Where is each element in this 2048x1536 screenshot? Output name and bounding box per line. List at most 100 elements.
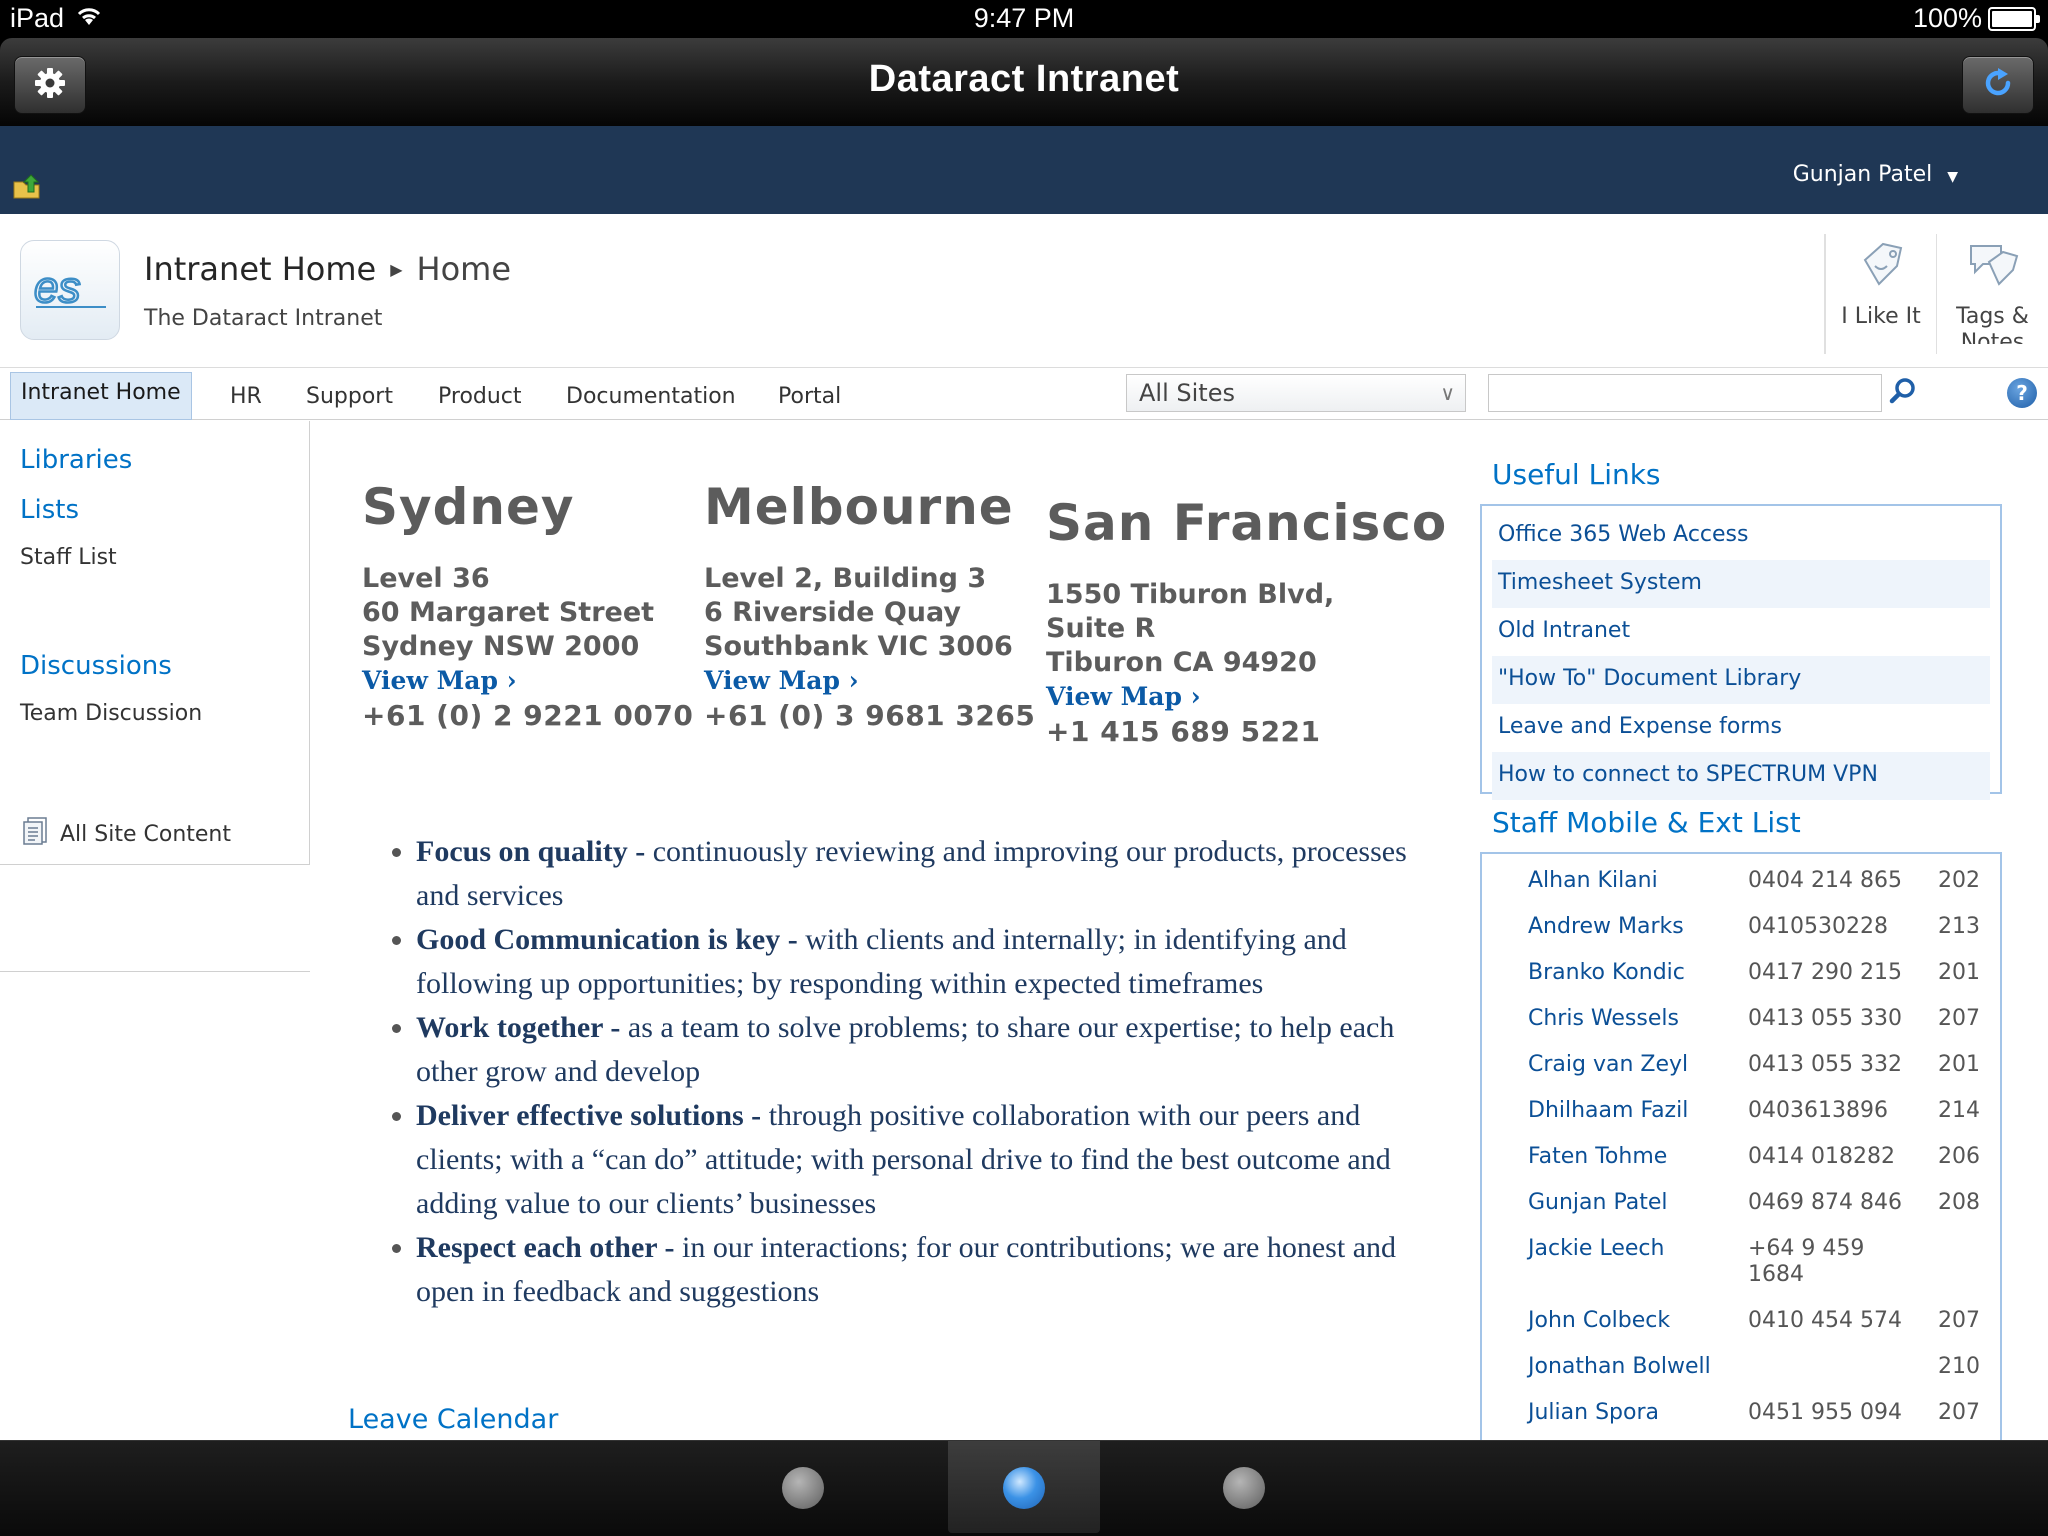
office-address-line: Suite R xyxy=(1046,613,1156,644)
staff-ext: 208 xyxy=(1938,1190,1980,1215)
search-input[interactable] xyxy=(1488,374,1882,412)
staff-row: Faten Tohme 0414 018282 206 xyxy=(1482,1138,2000,1184)
tab-intranet-home[interactable]: Intranet Home xyxy=(10,372,192,420)
breadcrumb-current: Home xyxy=(416,250,512,288)
page-switcher-dock xyxy=(0,1440,2048,1536)
staff-name[interactable]: Jonathan Bolwell xyxy=(1528,1354,1711,1379)
view-map-link[interactable]: View Map › xyxy=(704,664,1035,698)
breadcrumb-root[interactable]: Intranet Home xyxy=(144,250,376,288)
view-map-link[interactable]: View Map › xyxy=(362,664,693,698)
office-phone: +61 (0) 3 9681 3265 xyxy=(704,699,1036,732)
staff-row: Chris Wessels 0413 055 330 207 xyxy=(1482,1000,2000,1046)
site-subtitle: The Dataract Intranet xyxy=(144,306,383,331)
staff-ext: 207 xyxy=(1938,1400,1980,1425)
staff-phone: +64 9 459 1684 xyxy=(1748,1236,1865,1287)
useful-link[interactable]: How to connect to SPECTRUM VPN xyxy=(1492,752,1990,800)
staff-phone: 0413 055 330 xyxy=(1748,1006,1902,1031)
status-right: 100% xyxy=(1912,3,2040,34)
quicklaunch-staff-list[interactable]: Staff List xyxy=(20,545,117,570)
staff-phone: 0403613896 xyxy=(1748,1098,1888,1123)
status-time: 9:47 PM xyxy=(973,3,1075,33)
staff-ext: 202 xyxy=(1938,868,1980,893)
staff-list-title[interactable]: Staff Mobile & Ext List xyxy=(1492,806,1801,839)
office-sydney: Sydney Level 36 60 Margaret Street Sydne… xyxy=(362,478,693,734)
staff-name[interactable]: Faten Tohme xyxy=(1528,1144,1667,1169)
tab-support[interactable]: Support xyxy=(306,376,393,422)
office-phone: +61 (0) 2 9221 0070 xyxy=(362,699,694,732)
chevron-down-icon: ∨ xyxy=(1440,381,1455,405)
quicklaunch-team-discussion[interactable]: Team Discussion xyxy=(20,701,202,726)
staff-row: Jackie Leech +64 9 459 1684 xyxy=(1482,1230,2000,1302)
value-item: Work together - as a team to solve probl… xyxy=(416,1006,1440,1094)
page-dot-3[interactable] xyxy=(1223,1467,1265,1509)
value-item: Focus on quality - continuously reviewin… xyxy=(416,830,1440,918)
useful-link[interactable]: Old Intranet xyxy=(1492,608,1990,656)
company-values-list: Focus on quality - continuously reviewin… xyxy=(380,830,1440,1314)
useful-link[interactable]: Leave and Expense forms xyxy=(1492,704,1990,752)
staff-name[interactable]: Gunjan Patel xyxy=(1528,1190,1668,1215)
svg-text:es: es xyxy=(34,263,80,312)
staff-name[interactable]: Branko Kondic xyxy=(1528,960,1685,985)
staff-row: John Colbeck 0410 454 574 207 xyxy=(1482,1302,2000,1348)
user-menu[interactable]: Gunjan Patel ▼ xyxy=(1793,162,1958,187)
app-toolbar: Dataract Intranet xyxy=(0,38,2048,126)
search-scope-select[interactable]: All Sites ∨ xyxy=(1126,374,1466,412)
staff-row: Branko Kondic 0417 290 215 201 xyxy=(1482,954,2000,1000)
staff-phone: 0410530228 xyxy=(1748,914,1888,939)
staff-name[interactable]: Alhan Kilani xyxy=(1528,868,1658,893)
staff-phone: 0469 874 846 xyxy=(1748,1190,1902,1215)
value-title: Work together - xyxy=(416,1011,621,1044)
useful-link[interactable]: Timesheet System xyxy=(1492,560,1990,608)
title-row: es Intranet Home ▶ Home The Dataract Int… xyxy=(0,214,2048,368)
staff-name[interactable]: Julian Spora xyxy=(1528,1400,1659,1425)
tab-portal[interactable]: Portal xyxy=(778,376,841,422)
view-map-link[interactable]: View Map › xyxy=(1046,680,1447,714)
page-dot-1[interactable] xyxy=(782,1467,824,1509)
staff-name[interactable]: Jackie Leech xyxy=(1528,1236,1664,1261)
i-like-it-button[interactable]: I Like It xyxy=(1824,234,1936,354)
staff-name[interactable]: Craig van Zeyl xyxy=(1528,1052,1688,1077)
quicklaunch-lists[interactable]: Lists xyxy=(20,495,79,525)
page-dot-2-active[interactable] xyxy=(1003,1467,1045,1509)
useful-link[interactable]: Office 365 Web Access xyxy=(1492,512,1990,560)
tab-hr[interactable]: HR xyxy=(230,376,262,422)
value-item: Deliver effective solutions - through po… xyxy=(416,1094,1440,1226)
staff-ext: 214 xyxy=(1938,1098,1980,1123)
staff-row: Andrew Marks 0410530228 213 xyxy=(1482,908,2000,954)
search-icon xyxy=(1889,377,1917,409)
staff-row: Gunjan Patel 0469 874 846 208 xyxy=(1482,1184,2000,1230)
site-logo[interactable]: es xyxy=(20,240,120,340)
help-button[interactable]: ? xyxy=(2007,378,2037,408)
staff-row: Dhilhaam Fazil 0403613896 214 xyxy=(1482,1092,2000,1138)
social-actions: I Like It Tags & Notes xyxy=(1824,234,2048,354)
battery-percent: 100% xyxy=(1912,3,1982,33)
value-item: Good Communication is key - with clients… xyxy=(416,918,1440,1006)
quicklaunch-discussions[interactable]: Discussions xyxy=(20,651,172,681)
staff-ext: 210 xyxy=(1938,1354,1980,1379)
staff-name[interactable]: Dhilhaam Fazil xyxy=(1528,1098,1688,1123)
staff-name[interactable]: Andrew Marks xyxy=(1528,914,1684,939)
user-name: Gunjan Patel xyxy=(1792,162,1933,187)
staff-ext: 207 xyxy=(1938,1308,1980,1333)
useful-links-title[interactable]: Useful Links xyxy=(1492,458,1661,491)
navigate-up-icon[interactable] xyxy=(12,174,42,204)
staff-row: Julian Spora 0451 955 094 207 xyxy=(1482,1394,2000,1440)
all-site-content-link[interactable]: All Site Content xyxy=(22,816,231,852)
tags-notes-button[interactable]: Tags & Notes xyxy=(1936,234,2048,354)
quicklaunch-libraries[interactable]: Libraries xyxy=(20,445,132,475)
staff-name[interactable]: Chris Wessels xyxy=(1528,1006,1679,1031)
office-city: Melbourne xyxy=(704,478,1014,536)
tab-product[interactable]: Product xyxy=(438,376,522,422)
office-city: San Francisco xyxy=(1046,494,1448,552)
useful-link[interactable]: "How To" Document Library xyxy=(1492,656,1990,704)
refresh-button[interactable] xyxy=(1962,56,2034,114)
office-address-line: 1550 Tiburon Blvd, xyxy=(1046,579,1335,610)
tab-documentation[interactable]: Documentation xyxy=(566,376,736,422)
useful-links-box: Office 365 Web Access Timesheet System O… xyxy=(1480,504,2002,800)
staff-ext: 207 xyxy=(1938,1006,1980,1031)
search-button[interactable] xyxy=(1886,376,1920,410)
tags-notes-label: Tags & Notes xyxy=(1956,304,2029,344)
office-melbourne: Melbourne Level 2, Building 3 6 Riversid… xyxy=(704,478,1035,734)
staff-name[interactable]: John Colbeck xyxy=(1528,1308,1670,1333)
leave-calendar-link[interactable]: Leave Calendar xyxy=(348,1404,558,1435)
